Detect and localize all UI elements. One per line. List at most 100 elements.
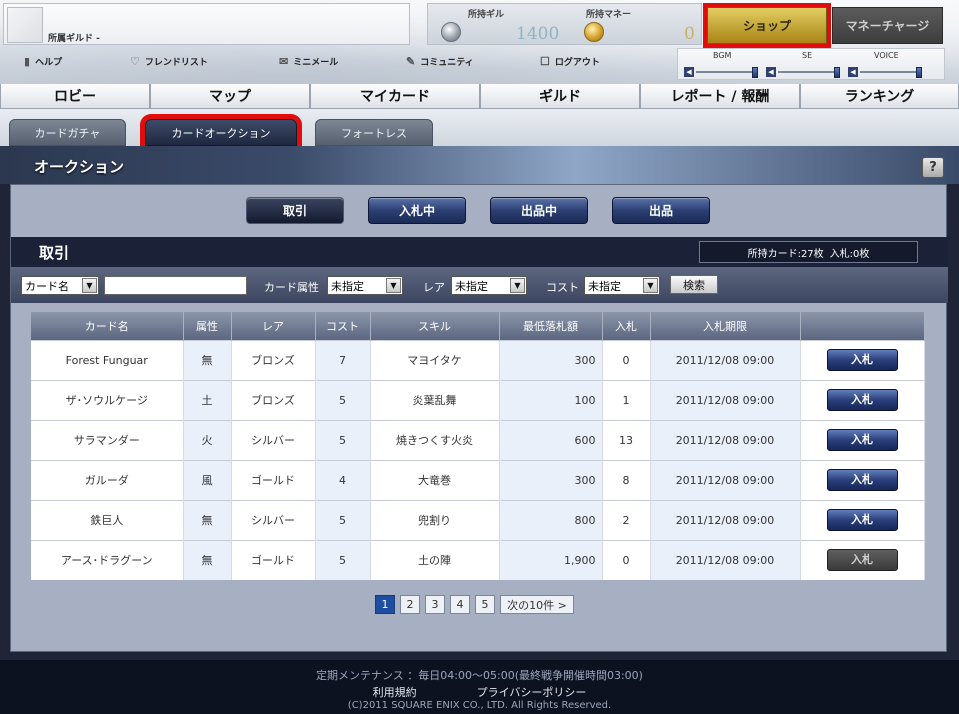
card-attribute: 土 xyxy=(183,379,232,420)
money-charge-button[interactable]: マネーチャージ xyxy=(832,7,943,44)
action-cell: 入札 xyxy=(800,379,925,420)
mode-trade-button[interactable]: 取引 xyxy=(246,197,344,224)
bid-button[interactable]: 入札 xyxy=(826,509,898,531)
friend-list-link[interactable]: ♡ フレンドリスト xyxy=(130,55,208,68)
next-page-link[interactable]: 次の10件 > xyxy=(500,595,574,614)
card-attribute: 無 xyxy=(183,539,232,580)
attribute-label: カード属性 xyxy=(264,281,319,294)
card-bids: 8 xyxy=(602,459,651,500)
card-bids: 0 xyxy=(602,539,651,580)
col-cost: コスト xyxy=(315,312,371,340)
chevron-down-icon[interactable]: ▼ xyxy=(386,278,401,293)
chevron-down-icon[interactable]: ▼ xyxy=(82,278,97,293)
chevron-down-icon[interactable]: ▼ xyxy=(643,278,658,293)
card-min-price: 600 xyxy=(499,419,603,460)
privacy-link[interactable]: プライバシーポリシー xyxy=(477,684,587,700)
help-link[interactable]: ▮ ヘルプ xyxy=(24,55,62,68)
mode-bidding-button[interactable]: 入札中 xyxy=(368,197,466,224)
terms-link[interactable]: 利用規約 xyxy=(373,684,417,700)
logout-link[interactable]: ☐ ログアウト xyxy=(540,55,600,68)
bgm-slider[interactable]: ◀ xyxy=(684,66,758,78)
bid-button[interactable]: 入札 xyxy=(826,349,898,371)
nav-report-reward[interactable]: レポート / 報酬 xyxy=(640,84,800,109)
nav-guild[interactable]: ギルド xyxy=(480,84,640,109)
card-attribute: 無 xyxy=(183,339,232,380)
col-attribute: 属性 xyxy=(183,312,232,340)
card-bids: 2 xyxy=(602,499,651,540)
page-title: オークション xyxy=(34,158,125,176)
col-deadline: 入札期限 xyxy=(650,312,801,340)
search-input[interactable] xyxy=(104,276,247,295)
card-rarity: シルバー xyxy=(231,419,316,460)
card-bids: 0 xyxy=(602,339,651,380)
guild-label: 所属ギルド - xyxy=(48,34,100,44)
card-cost: 5 xyxy=(315,419,371,460)
action-cell: 入札 xyxy=(800,459,925,500)
voice-slider-knob[interactable] xyxy=(916,66,922,78)
name-select[interactable]: カード名 ▼ xyxy=(21,276,99,295)
tab-fortress[interactable]: フォートレス xyxy=(315,119,433,146)
mode-listing-button[interactable]: 出品中 xyxy=(490,197,588,224)
tab-card-auction[interactable]: カードオークション xyxy=(145,119,297,146)
money-value: 0 xyxy=(684,24,695,44)
page-4[interactable]: 4 xyxy=(450,595,470,614)
action-cell: 入札 xyxy=(800,499,925,540)
nav-lobby[interactable]: ロビー xyxy=(0,84,150,109)
gil-title: 所持ギル xyxy=(468,10,505,20)
help-link-label: ヘルプ xyxy=(35,58,63,68)
voice-slider[interactable]: ◀ xyxy=(848,66,922,78)
page-3[interactable]: 3 xyxy=(425,595,445,614)
copyright: (C)2011 SQUARE ENIX CO., LTD. All Rights… xyxy=(347,700,612,711)
attribute-select[interactable]: 未指定 ▼ xyxy=(327,276,403,295)
trade-header: 取引 所持カード:27枚 入札:0枚 xyxy=(11,237,948,267)
nav-map[interactable]: マップ xyxy=(150,84,310,109)
bid-button[interactable]: 入札 xyxy=(826,389,898,411)
col-card-name: カード名 xyxy=(31,312,184,340)
col-min-price: 最低落札額 xyxy=(499,312,603,340)
bid-button[interactable]: 入札 xyxy=(826,469,898,491)
page-1[interactable]: 1 xyxy=(375,595,395,614)
nav-ranking[interactable]: ランキング xyxy=(800,84,959,109)
cost-label: コスト xyxy=(546,281,579,294)
help-button[interactable]: ? xyxy=(922,157,944,178)
se-slider[interactable]: ◀ xyxy=(766,66,840,78)
content-area: 取引 入札中 出品中 出品 取引 所持カード:27枚 入札:0枚 カード名 ▼ … xyxy=(0,184,959,660)
shop-button[interactable]: ショップ xyxy=(707,7,827,44)
page-2[interactable]: 2 xyxy=(400,595,420,614)
card-skill: マヨイタケ xyxy=(370,339,500,380)
chevron-down-icon[interactable]: ▼ xyxy=(510,278,525,293)
maintenance-notice: 定期メンテナンス ：毎日04:00～05:00(最終戦争開催時間03:00) xyxy=(316,669,643,682)
card-attribute: 無 xyxy=(183,499,232,540)
rarity-select-value: 未指定 xyxy=(455,279,488,293)
mini-mail-link[interactable]: ✉ ミニメール xyxy=(279,55,338,68)
se-label: SE xyxy=(802,51,813,60)
nav-my-card[interactable]: マイカード xyxy=(310,84,480,109)
se-slider-knob[interactable] xyxy=(834,66,840,78)
rarity-select[interactable]: 未指定 ▼ xyxy=(451,276,527,295)
rarity-label: レア xyxy=(423,281,445,294)
tab-card-gacha[interactable]: カードガチャ xyxy=(9,119,126,146)
page-5[interactable]: 5 xyxy=(475,595,495,614)
card-cost: 5 xyxy=(315,379,371,420)
community-link[interactable]: ✎ コミュニティ xyxy=(406,55,474,68)
mode-list-item-button[interactable]: 出品 xyxy=(612,197,710,224)
heart-icon: ♡ xyxy=(130,55,140,68)
bid-count: 入札:0枚 xyxy=(829,248,870,260)
card-deadline: 2011/12/08 09:00 xyxy=(650,459,801,500)
auction-table: カード名 属性 レア コスト スキル 最低落札額 入札 入札期限 Forest … xyxy=(31,312,925,580)
card-cost: 5 xyxy=(315,539,371,580)
bgm-slider-knob[interactable] xyxy=(752,66,758,78)
card-skill: 炎葉乱舞 xyxy=(370,379,500,420)
cost-select[interactable]: 未指定 ▼ xyxy=(584,276,660,295)
auction-header: オークション ? xyxy=(0,146,959,184)
friend-list-label: フレンドリスト xyxy=(144,58,208,68)
card-bids: 13 xyxy=(602,419,651,460)
community-icon: ✎ xyxy=(406,55,416,68)
card-skill: 大竜巻 xyxy=(370,459,500,500)
card-attribute: 風 xyxy=(183,459,232,500)
action-cell: 入札 xyxy=(800,539,925,580)
search-button[interactable]: 検索 xyxy=(670,275,718,294)
voice-label: VOICE xyxy=(874,51,899,60)
card-min-price: 1,900 xyxy=(499,539,603,580)
bid-button[interactable]: 入札 xyxy=(826,429,898,451)
